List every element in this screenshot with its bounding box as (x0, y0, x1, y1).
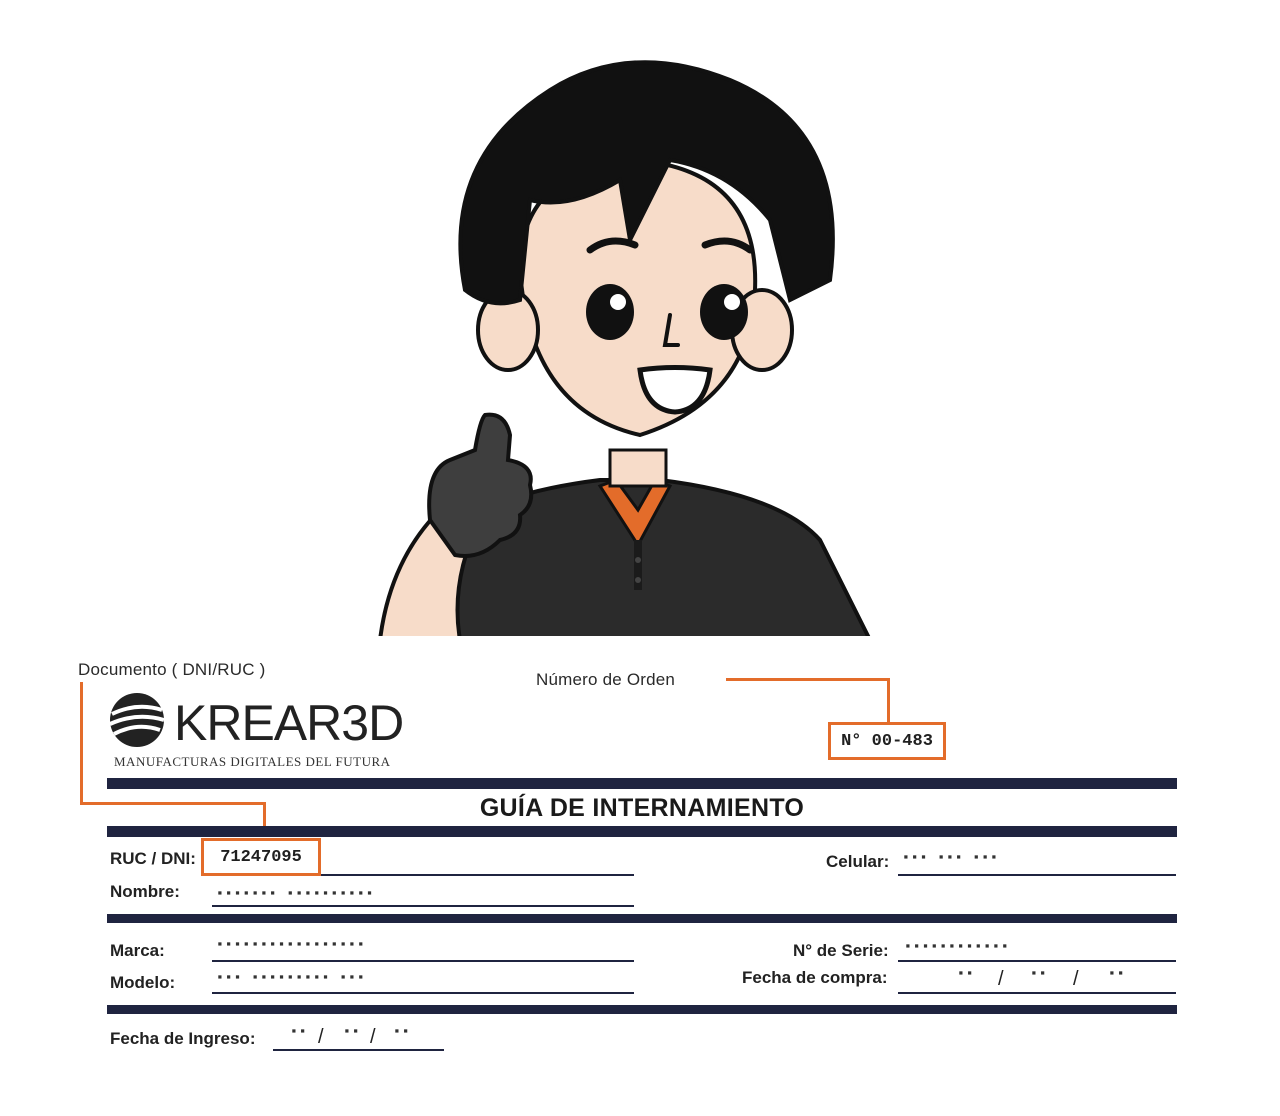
order-number-box: N° 00-483 (828, 722, 946, 760)
model-label: Modelo: (110, 973, 176, 992)
ruc-dni-label: RUC / DNI: (110, 849, 196, 868)
brand-label: Marca: (110, 941, 165, 960)
entry-month: ▪▪ (343, 1024, 361, 1039)
serial-underline (898, 960, 1176, 962)
section-band-1 (107, 914, 1177, 923)
document-id-leader-line (80, 682, 83, 804)
phone-value: ▪▪▪ ▪▪▪ ▪▪▪ (902, 850, 999, 865)
entry-sep-2: / (370, 1026, 376, 1048)
model-value: ▪▪▪ ▪▪▪▪▪▪▪▪▪ ▪▪▪ (216, 970, 366, 985)
name-label: Nombre: (110, 882, 180, 901)
header-band-bottom (107, 826, 1177, 837)
entry-sep-1: / (318, 1026, 324, 1048)
entry-day: ▪▪ (290, 1024, 308, 1039)
purchase-month: ▪▪ (1030, 966, 1048, 981)
header-band-top (107, 778, 1177, 789)
entry-date-label: Fecha de Ingreso: (110, 1029, 256, 1048)
technician-mascot-illustration (377, 60, 873, 640)
ruc-dni-value-box: 71247095 (201, 838, 321, 876)
phone-underline (898, 874, 1176, 876)
name-underline (212, 905, 634, 907)
model-underline (212, 992, 634, 994)
phone-label: Celular: (826, 852, 890, 871)
krear3d-logo-icon (109, 693, 165, 747)
form-title: GUÍA DE INTERNAMIENTO (479, 794, 805, 822)
service-intake-form: Documento ( DNI/RUC ) KREAR3D MANUFACTUR… (0, 636, 1280, 1116)
logo-wordmark: KREAR3D (174, 695, 404, 751)
brand-value: ▪▪▪▪▪▪▪▪▪▪▪▪▪▪▪▪▪ (216, 937, 366, 952)
name-value: ▪▪▪▪▪▪▪ ▪▪▪▪▪▪▪▪▪▪ (216, 886, 375, 901)
section-band-2 (107, 1005, 1177, 1014)
brand-underline (212, 960, 634, 962)
logo-tagline: MANUFACTURAS DIGITALES DEL FUTURA (114, 754, 391, 769)
purchase-date-label: Fecha de compra: (742, 968, 888, 987)
purchase-day: ▪▪ (957, 966, 975, 981)
purchase-sep-2: / (1073, 968, 1079, 990)
serial-label: N° de Serie: (793, 941, 889, 960)
serial-value: ▪▪▪▪▪▪▪▪▪▪▪▪ (904, 939, 1010, 954)
entry-date-underline (273, 1049, 444, 1051)
entry-year: ▪▪ (393, 1024, 411, 1039)
order-number-callout-label: Número de Orden (536, 670, 676, 689)
purchase-underline (898, 992, 1176, 994)
purchase-year: ▪▪ (1108, 966, 1126, 981)
ruc-dni-underline (321, 874, 634, 876)
document-id-callout-label: Documento ( DNI/RUC ) (78, 660, 266, 679)
purchase-sep-1: / (998, 968, 1004, 990)
